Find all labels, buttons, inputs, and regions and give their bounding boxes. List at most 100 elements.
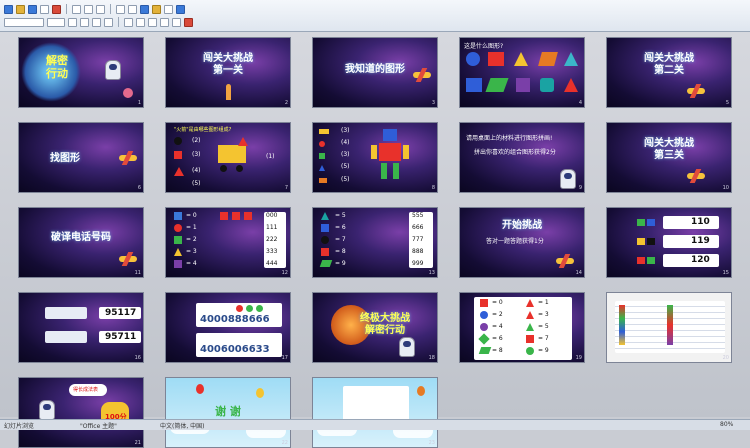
code-shape bbox=[647, 238, 655, 245]
slide-thumbnail-17[interactable]: 4000888666 4006006633 17 bbox=[165, 292, 291, 363]
slide-thumbnail-19[interactable]: = 0 = 2 = 4 = 6 = 8 = 1 = 3 = 5 = 7 = 9 … bbox=[459, 292, 585, 363]
shape-count-label: (5) bbox=[192, 180, 201, 187]
font-size-select[interactable] bbox=[47, 17, 65, 27]
decoded-number: 110 bbox=[691, 217, 710, 227]
slide-thumbnail-3[interactable]: 我知道的图形 3 bbox=[312, 37, 438, 108]
code-strip bbox=[45, 331, 87, 343]
slide-thumbnail-16[interactable]: 95117 95711 16 bbox=[18, 292, 144, 363]
legend-shape bbox=[526, 323, 534, 331]
insert-table-icon[interactable] bbox=[152, 4, 161, 14]
robot-arm-shape bbox=[371, 145, 377, 159]
slide-sorter-workspace: 解密 行动 1 闯关大挑战 第一关 2 我知道的图形 3 这是什么图形? 4 闯… bbox=[0, 32, 750, 448]
slide-thumbnail-23[interactable]: 23 bbox=[312, 377, 438, 448]
paste-icon[interactable] bbox=[96, 4, 105, 14]
slide-title: 开始挑战 bbox=[502, 220, 542, 231]
slide-thumbnail-6[interactable]: 找图形 6 bbox=[18, 122, 144, 193]
font-color-icon[interactable] bbox=[184, 17, 193, 27]
answer-code: 555 bbox=[412, 212, 424, 219]
circle-shape bbox=[319, 141, 325, 147]
slide-subtitle: 答对一题答题获得1分 bbox=[486, 238, 544, 245]
slide-thumbnail-15[interactable]: 110 119 120 15 bbox=[606, 207, 732, 278]
code-equals-label: = 9 bbox=[538, 347, 549, 354]
slide-thumbnail-11[interactable]: 破译电话号码 11 bbox=[18, 207, 144, 278]
align-center-icon[interactable] bbox=[136, 17, 145, 27]
triangle-shape bbox=[564, 52, 578, 66]
slide-number: 13 bbox=[428, 270, 435, 276]
code-equals-label: = 4 bbox=[492, 323, 503, 330]
slide-thumbnail-13[interactable]: = 5 = 6 = 7 = 8 = 9 555 666 777 888 999 … bbox=[312, 207, 438, 278]
slide-title: 终极大挑战 解密行动 bbox=[360, 313, 410, 336]
insert-chart-icon[interactable] bbox=[140, 4, 149, 14]
pentagon-shape bbox=[540, 78, 554, 92]
print-icon[interactable] bbox=[40, 4, 49, 14]
slide-thumbnail-18[interactable]: 终极大挑战 解密行动 18 bbox=[312, 292, 438, 363]
decoded-number: 119 bbox=[691, 236, 710, 246]
slide-title: 解密 行动 bbox=[46, 54, 68, 80]
bullets-icon[interactable] bbox=[160, 17, 169, 27]
slide-thumbnail-2[interactable]: 闯关大挑战 第一关 2 bbox=[165, 37, 291, 108]
help-icon[interactable] bbox=[176, 4, 185, 14]
slide-thumbnail-20[interactable]: 20 bbox=[606, 292, 732, 363]
airplane-icon bbox=[687, 88, 705, 94]
align-right-icon[interactable] bbox=[148, 17, 157, 27]
slide-number: 5 bbox=[725, 100, 729, 106]
rectangle-shape bbox=[319, 178, 327, 183]
answer-code: 444 bbox=[266, 260, 278, 267]
underline-icon[interactable] bbox=[92, 17, 101, 27]
answer-code: 222 bbox=[266, 236, 278, 243]
slide-thumbnail-9[interactable]: 请用桌面上的材料进行图形拼画! 拼出你喜欢的组合图形获得2分 9 bbox=[459, 122, 585, 193]
slide-number: 21 bbox=[134, 440, 141, 446]
save-icon[interactable] bbox=[28, 4, 37, 14]
balloon-icon bbox=[196, 384, 204, 394]
code-shape bbox=[647, 257, 655, 264]
insert-image-icon[interactable] bbox=[164, 4, 173, 14]
slide-thumbnail-22[interactable]: 谢 谢 22 bbox=[165, 377, 291, 448]
shadow-icon[interactable] bbox=[104, 17, 113, 27]
slide-thumbnail-1[interactable]: 解密 行动 1 bbox=[18, 37, 144, 108]
undo-icon[interactable] bbox=[116, 4, 125, 14]
slide-thumbnail-21[interactable]: 得长成法表 100分 21 bbox=[18, 377, 144, 448]
robot-head-shape bbox=[383, 129, 397, 141]
code-equals-label: = 5 bbox=[335, 212, 346, 219]
circle-shape bbox=[174, 137, 182, 145]
slide-thumbnail-5[interactable]: 闯关大挑战 第二关 5 bbox=[606, 37, 732, 108]
code-equals-label: = 7 bbox=[335, 236, 346, 243]
slide-thumbnail-14[interactable]: 开始挑战 答对一题答题获得1分 14 bbox=[459, 207, 585, 278]
open-icon[interactable] bbox=[16, 4, 25, 14]
square-shape bbox=[466, 78, 482, 92]
airplane-icon bbox=[413, 72, 431, 78]
slide-title: "火箭"是由哪些图形组成? bbox=[174, 127, 232, 133]
font-select[interactable] bbox=[4, 17, 44, 27]
code-shape bbox=[220, 212, 228, 220]
code-equals-label: = 6 bbox=[335, 224, 346, 231]
redo-icon[interactable] bbox=[128, 4, 137, 14]
numbering-icon[interactable] bbox=[172, 17, 181, 27]
slide-thumbnail-12[interactable]: = 0 = 1 = 2 = 3 = 4 000 111 222 333 444 … bbox=[165, 207, 291, 278]
preview-icon[interactable] bbox=[52, 4, 61, 14]
bold-icon[interactable] bbox=[68, 17, 77, 27]
slide-number: 9 bbox=[578, 185, 582, 191]
italic-icon[interactable] bbox=[80, 17, 89, 27]
slide-thumbnail-8[interactable]: (3) (4) (3) (5) (5) 8 bbox=[312, 122, 438, 193]
astronaut-icon bbox=[399, 337, 415, 357]
copy-icon[interactable] bbox=[84, 4, 93, 14]
code-shape bbox=[232, 212, 240, 220]
align-left-icon[interactable] bbox=[124, 17, 133, 27]
slide-thumbnail-7[interactable]: "火箭"是由哪些图形组成? (2) (3) (4) (5) (1) 7 bbox=[165, 122, 291, 193]
zoom-level[interactable]: 80% bbox=[720, 421, 733, 428]
legend-shape bbox=[174, 236, 182, 244]
slide-thumbnail-4[interactable]: 这是什么图形? 4 bbox=[459, 37, 585, 108]
shape-count-label: (3) bbox=[341, 127, 350, 134]
slide-thumbnail-10[interactable]: 闯关大挑战 第三关 10 bbox=[606, 122, 732, 193]
robot-leg-shape bbox=[393, 163, 399, 179]
slide-title: 找图形 bbox=[50, 153, 80, 164]
code-shape bbox=[244, 212, 252, 220]
new-icon[interactable] bbox=[4, 4, 13, 14]
astronaut-icon bbox=[560, 169, 576, 189]
separator bbox=[66, 4, 67, 14]
slide-number: 7 bbox=[284, 185, 288, 191]
answer-code: 333 bbox=[266, 248, 278, 255]
slide-title: 闯关大挑战 第三关 bbox=[644, 138, 694, 161]
code-equals-label: = 2 bbox=[492, 311, 503, 318]
cut-icon[interactable] bbox=[72, 4, 81, 14]
